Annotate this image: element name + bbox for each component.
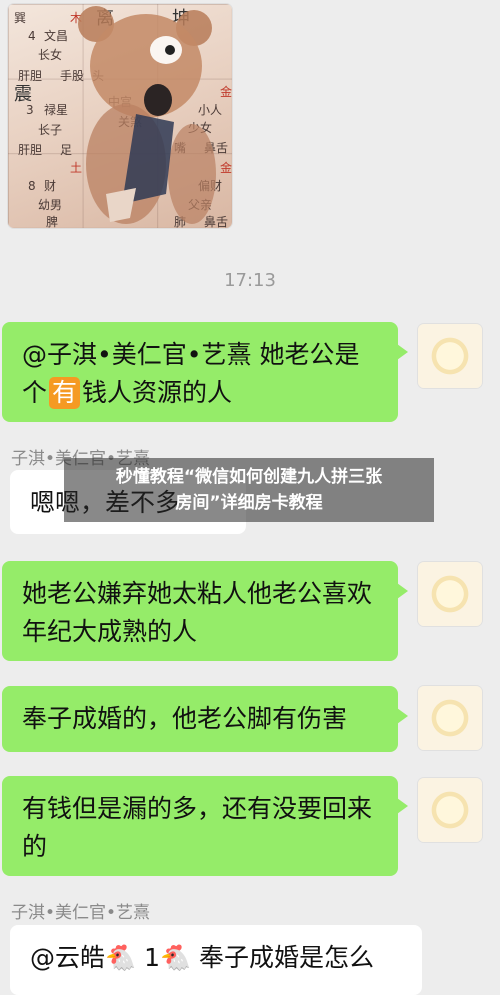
avatar[interactable] bbox=[418, 686, 482, 750]
message-bubble[interactable]: 奉子成婚的，他老公脚有伤害 bbox=[2, 686, 408, 752]
grid-glyph: 脾 bbox=[46, 215, 59, 228]
message-text: 有钱但是漏的多，还有没要回来的 bbox=[22, 794, 373, 861]
grid-glyph: 幼男 bbox=[38, 198, 63, 212]
grid-glyph: 肝胆 bbox=[18, 69, 43, 83]
banner-line: 房间”详细房卡教程 bbox=[175, 493, 323, 513]
message-bubble[interactable]: 她老公嫌弃她太粘人他老公喜欢年纪大成熟的人 bbox=[2, 561, 408, 661]
grid-glyph: 3 bbox=[26, 103, 34, 117]
watermark-banner: 秒懂教程“微信如何创建九人拼三张 房间”详细房卡教程 bbox=[64, 458, 434, 522]
avatar[interactable] bbox=[418, 778, 482, 842]
message-text: @云皓🐔 1🐔 奉子成婚是怎么 bbox=[30, 943, 375, 972]
message-text: 个 bbox=[22, 378, 48, 407]
message-text: 奉子成婚的，他老公脚有伤害 bbox=[22, 704, 348, 733]
message-bubble[interactable]: @子淇•美仁官•艺熹 她老公是 个有钱人资源的人 bbox=[2, 322, 408, 422]
grid-glyph: 文昌 bbox=[44, 29, 69, 43]
grid-glyph: 4 bbox=[28, 29, 36, 43]
message-text: 她老公嫌弃她太粘人他老公喜欢年纪大成熟的人 bbox=[22, 579, 373, 646]
grid-glyph: 巽 bbox=[14, 11, 27, 25]
grid-glyph: 禄星 bbox=[44, 103, 69, 117]
message-bubble[interactable]: 有钱但是漏的多，还有没要回来的 bbox=[2, 776, 408, 876]
sender-name: 子淇•美仁官•艺熹 bbox=[11, 903, 151, 923]
grid-glyph: 长子 bbox=[38, 123, 63, 137]
avatar[interactable] bbox=[418, 562, 482, 626]
emoji-badge: 有 bbox=[49, 377, 81, 409]
avatar[interactable] bbox=[418, 324, 482, 388]
message-bubble[interactable]: @云皓🐔 1🐔 奉子成婚是怎么 bbox=[10, 925, 422, 995]
grid-glyph: 8 bbox=[28, 179, 36, 193]
photo-message[interactable]: 巽 木 离 坤 4 文昌 长女 肝胆 手股 头 震 3 禄星 长子 肝胆 足 土… bbox=[8, 4, 232, 228]
message-text: 钱人资源的人 bbox=[82, 378, 233, 407]
teddy-bear-photo bbox=[78, 6, 216, 224]
banner-line: 秒懂教程“微信如何创建九人拼三张 bbox=[115, 467, 383, 487]
timestamp: 17:13 bbox=[224, 270, 276, 291]
grid-glyph: 长女 bbox=[38, 48, 63, 62]
grid-glyph: 财 bbox=[44, 179, 57, 193]
grid-glyph: 肝胆 bbox=[18, 143, 43, 157]
message-text: @子淇•美仁官•艺熹 她老公是 bbox=[22, 340, 360, 369]
grid-glyph: 震 bbox=[14, 84, 32, 105]
